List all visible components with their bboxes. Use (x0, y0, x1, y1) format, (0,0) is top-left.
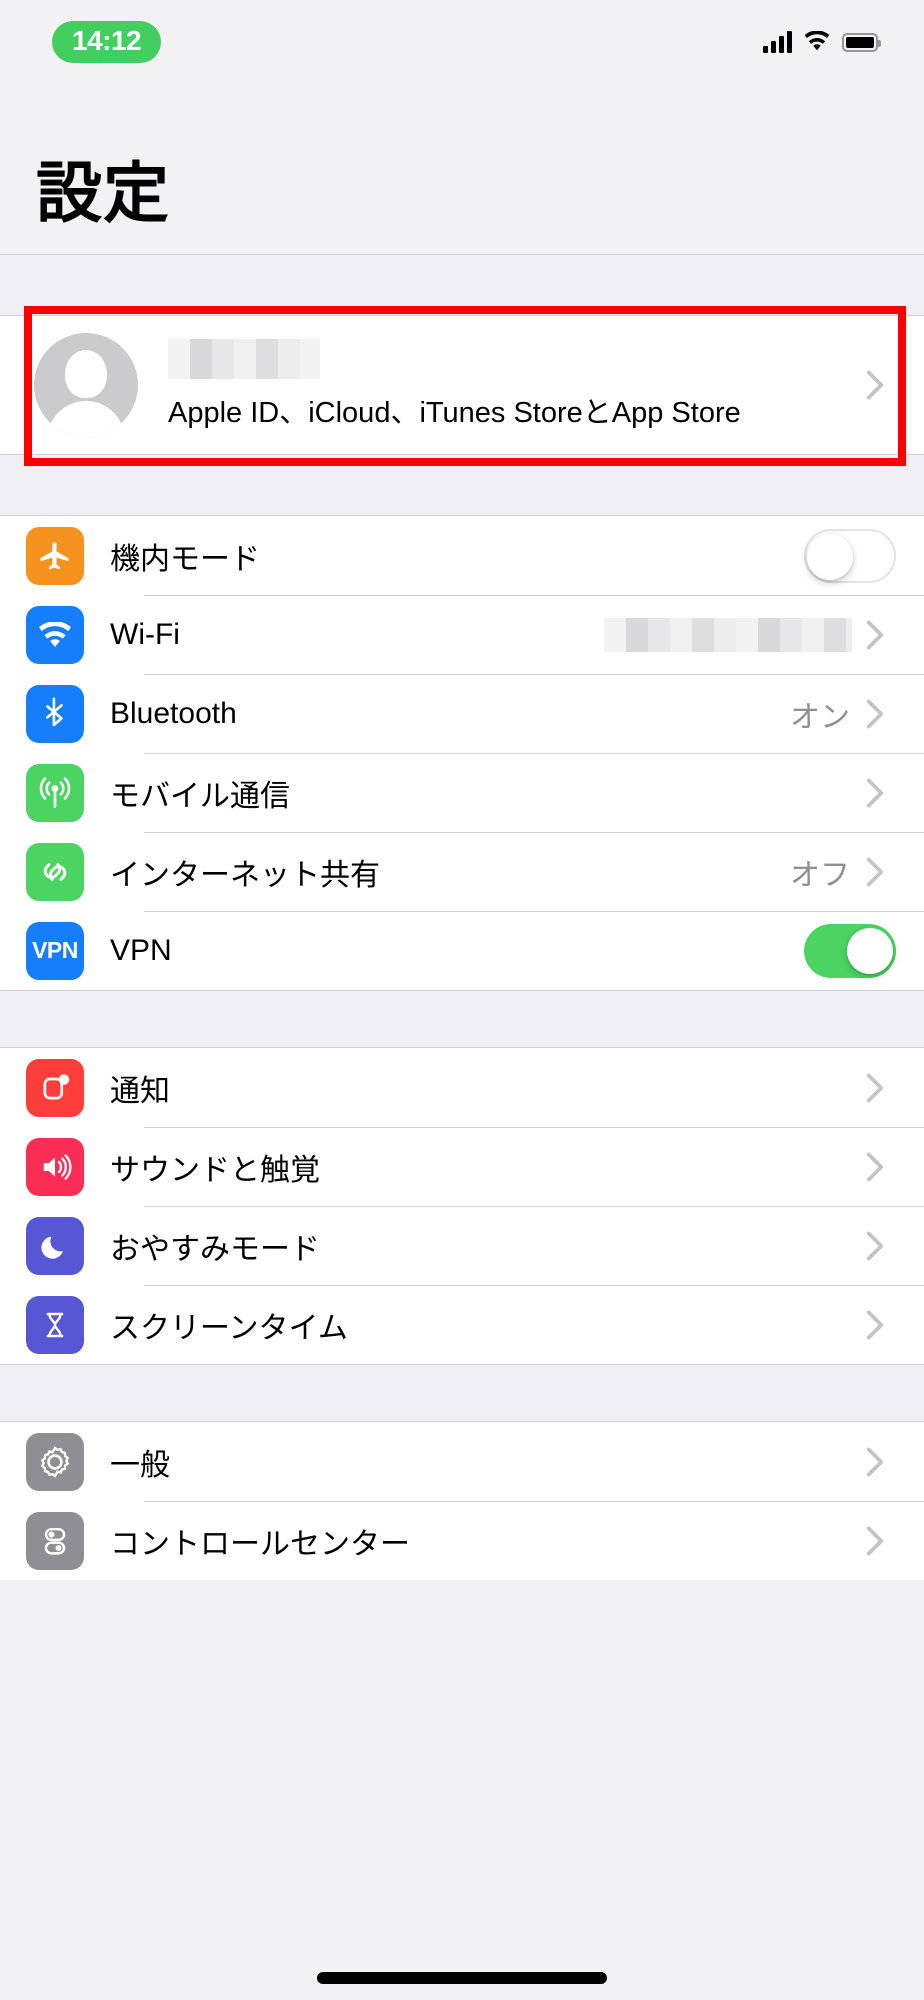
group-system: 一般 コントロールセンター (0, 1422, 924, 1580)
control-center-icon (26, 1511, 84, 1570)
group-alerts: 通知 サウンドと触覚 おやすみモード スクリーンタイム (0, 1048, 924, 1364)
settings-row-label: コントロールセンター (110, 1527, 410, 1561)
apple-id-subtitle: Apple ID、iCloud、iTunes StoreとApp Store (168, 397, 741, 429)
settings-row-label: Wi-Fi (110, 617, 180, 651)
settings-row-label: 一般 (110, 1448, 170, 1482)
chevron-right-icon (866, 1073, 896, 1103)
settings-row-screen-time[interactable]: スクリーンタイム (0, 1285, 924, 1364)
chevron-right-icon (866, 1447, 896, 1477)
chevron-right-icon (866, 1526, 896, 1556)
person-placeholder-icon (34, 333, 138, 437)
page-title: 設定 (36, 156, 170, 230)
group-gap-3 (0, 1364, 924, 1422)
wifi-icon (26, 605, 84, 664)
antenna-icon (26, 763, 84, 822)
home-indicator (317, 1972, 607, 1984)
settings-row-label: モバイル通信 (110, 779, 290, 813)
settings-row-label: 機内モード (110, 542, 260, 576)
settings-row-do-not-disturb[interactable]: おやすみモード (0, 1206, 924, 1285)
hourglass-icon (26, 1295, 84, 1354)
bluetooth-icon (26, 684, 84, 743)
status-indicators (763, 30, 881, 53)
chevron-right-icon (866, 699, 896, 729)
vpn-toggle[interactable] (804, 923, 896, 978)
settings-screen: 14:12 設定 Apple ID、iCloud、iTunes StoreとAp… (0, 0, 924, 2000)
moon-icon (26, 1216, 84, 1275)
hotspot-status-value: オフ (790, 858, 850, 892)
chevron-right-icon (866, 857, 896, 887)
notifications-icon (26, 1058, 84, 1117)
status-time-pill[interactable]: 14:12 (52, 21, 162, 63)
group-gap-1 (0, 454, 924, 516)
settings-row-wifi[interactable]: Wi-Fi (0, 595, 924, 674)
group-connectivity: 機内モード Wi-Fi Bluetooth オン モバイル通信 インターネット共… (0, 516, 924, 990)
settings-row-label: 通知 (110, 1074, 170, 1108)
bluetooth-status-value: オン (790, 700, 850, 734)
settings-row-cellular[interactable]: モバイル通信 (0, 753, 924, 832)
chevron-right-icon (866, 1152, 896, 1182)
settings-row-label: Bluetooth (110, 696, 237, 730)
settings-row-vpn[interactable]: VPN VPN (0, 911, 924, 990)
account-name-redacted (168, 339, 320, 379)
airplane-icon (26, 526, 84, 585)
settings-row-label: サウンドと触覚 (110, 1153, 320, 1187)
settings-row-general[interactable]: 一般 (0, 1422, 924, 1501)
chevron-right-icon (866, 1310, 896, 1340)
apple-id-row[interactable]: Apple ID、iCloud、iTunes StoreとApp Store (0, 316, 924, 454)
settings-row-airplane-mode[interactable]: 機内モード (0, 516, 924, 595)
settings-row-control-center[interactable]: コントロールセンター (0, 1501, 924, 1580)
gear-icon (26, 1432, 84, 1491)
apple-id-section: Apple ID、iCloud、iTunes StoreとApp Store (0, 306, 924, 466)
status-bar: 14:12 (0, 0, 924, 84)
settings-row-label: おやすみモード (110, 1232, 320, 1266)
chevron-right-icon (866, 778, 896, 808)
wifi-icon (804, 30, 830, 53)
settings-row-bluetooth[interactable]: Bluetooth オン (0, 674, 924, 753)
settings-row-label: VPN (110, 933, 172, 967)
wifi-network-value-redacted (604, 617, 852, 652)
battery-full-icon (842, 32, 881, 52)
group-gap-2 (0, 990, 924, 1048)
settings-row-notifications[interactable]: 通知 (0, 1048, 924, 1127)
chevron-right-icon (866, 370, 896, 400)
vpn-icon: VPN (26, 921, 84, 980)
settings-row-personal-hotspot[interactable]: インターネット共有 オフ (0, 832, 924, 911)
chevron-right-icon (866, 1231, 896, 1261)
cellular-bars-icon (763, 31, 792, 53)
airplane-mode-toggle[interactable] (804, 528, 896, 583)
settings-row-sounds-haptics[interactable]: サウンドと触覚 (0, 1127, 924, 1206)
settings-row-label: スクリーンタイム (110, 1311, 348, 1345)
settings-row-label: インターネット共有 (110, 858, 380, 892)
chevron-right-icon (866, 620, 896, 650)
apple-id-text: Apple ID、iCloud、iTunes StoreとApp Store (138, 339, 866, 431)
sound-icon (26, 1137, 84, 1196)
hotspot-icon (26, 842, 84, 901)
group-gap-top (0, 254, 924, 316)
